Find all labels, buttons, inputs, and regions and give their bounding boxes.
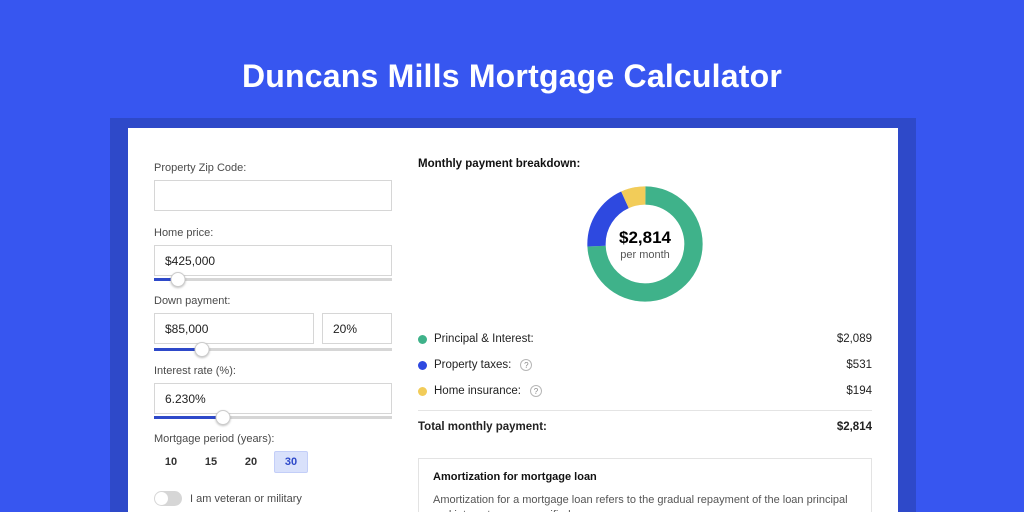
zip-input[interactable] [154,180,392,211]
mortgage-period-group: 10 15 20 30 [154,451,406,473]
legend-label: Property taxes: [434,359,511,371]
amortization-title: Amortization for mortgage loan [433,471,857,483]
period-option[interactable]: 20 [234,451,268,473]
legend-dot-ins [418,387,427,396]
legend-row-tax: Property taxes: ? $531 [418,352,872,378]
interest-rate-label: Interest rate (%): [154,365,406,377]
legend-amount: $531 [846,359,872,371]
legend-dot-pi [418,335,427,344]
legend-total-label: Total monthly payment: [418,421,547,433]
legend-total-amount: $2,814 [837,421,872,433]
down-payment-slider[interactable] [154,348,392,351]
legend-dot-tax [418,361,427,370]
home-price-input[interactable]: $425,000 [154,245,392,276]
home-price-slider-thumb[interactable] [170,272,185,287]
home-price-slider[interactable] [154,278,392,281]
mortgage-period-label: Mortgage period (years): [154,433,406,445]
payment-donut-chart: $2,814 per month [581,180,709,308]
home-price-label: Home price: [154,227,406,239]
legend-label: Principal & Interest: [434,333,534,345]
period-option[interactable]: 10 [154,451,188,473]
donut-total-value: $2,814 [619,228,671,248]
interest-rate-slider[interactable] [154,416,392,419]
period-option[interactable]: 15 [194,451,228,473]
legend-amount: $194 [846,385,872,397]
interest-rate-slider-fill [154,416,223,419]
info-icon[interactable]: ? [530,385,542,397]
donut-total-sub: per month [620,249,670,261]
breakdown-title: Monthly payment breakdown: [418,158,872,170]
amortization-body: Amortization for a mortgage loan refers … [433,493,857,512]
down-payment-label: Down payment: [154,295,406,307]
down-payment-pct-input[interactable]: 20% [322,313,392,344]
period-option-active[interactable]: 30 [274,451,308,473]
legend-row-pi: Principal & Interest: $2,089 [418,326,872,352]
veteran-label: I am veteran or military [190,493,302,505]
down-payment-slider-thumb[interactable] [194,342,209,357]
legend-row-ins: Home insurance: ? $194 [418,378,872,404]
page-title: Duncans Mills Mortgage Calculator [0,0,1024,95]
veteran-toggle-knob [155,492,168,505]
zip-label: Property Zip Code: [154,162,406,174]
interest-rate-input[interactable]: 6.230% [154,383,392,414]
legend-amount: $2,089 [837,333,872,345]
info-icon[interactable]: ? [520,359,532,371]
legend-row-total: Total monthly payment: $2,814 [418,410,872,440]
legend-label: Home insurance: [434,385,521,397]
inputs-column: Property Zip Code: Home price: $425,000 … [128,128,406,512]
veteran-toggle[interactable] [154,491,182,506]
calculator-card: Property Zip Code: Home price: $425,000 … [128,128,898,512]
breakdown-column: Monthly payment breakdown: $2,814 per mo… [406,128,898,512]
amortization-card: Amortization for mortgage loan Amortizat… [418,458,872,512]
interest-rate-slider-thumb[interactable] [216,410,231,425]
down-payment-input[interactable]: $85,000 [154,313,314,344]
